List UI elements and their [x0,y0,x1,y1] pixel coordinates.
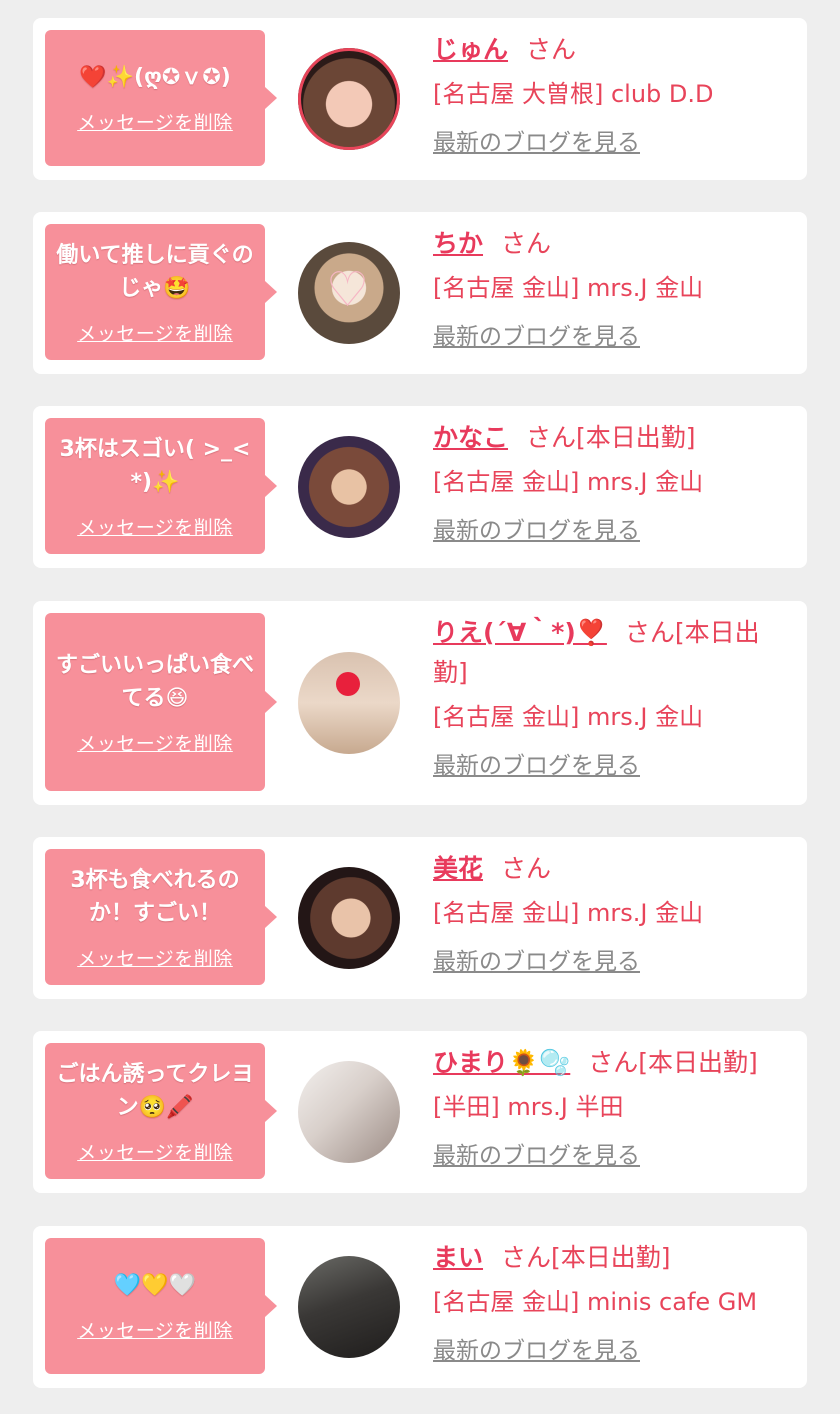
message-bubble: すごいいっぱい食べてる😆 メッセージを削除 [45,613,277,791]
heart-sticker-icon [336,672,360,696]
avatar[interactable] [298,867,400,969]
shop-location: [名古屋 金山] minis cafe GM [433,1288,758,1316]
message-text: 3杯も食べれるのか！すごい！ [70,867,240,926]
cast-name-link[interactable]: ちか [433,229,483,258]
message-text: 働いて推しに貢ぐのじゃ🤩 [56,242,254,301]
latest-blog-link[interactable]: 最新のブログを見る [433,1141,640,1171]
delete-message-link[interactable]: メッセージを削除 [77,513,233,540]
latest-blog-link[interactable]: 最新のブログを見る [433,947,640,977]
cast-info: りえ(´∀｀*)❣️ さん[本日出勤] [名古屋 金山] mrs.J 金山 最新のブロ… [433,613,793,781]
message-card: ❤️✨(ღ✪ｖ✪) メッセージを削除 じゅん さん [名古屋 大曽根] club D.D… [33,18,807,180]
latest-blog-link[interactable]: 最新のブログを見る [433,1336,640,1366]
name-suffix: さん [501,229,552,258]
delete-message-link[interactable]: メッセージを削除 [77,944,233,971]
message-bubble: ❤️✨(ღ✪ｖ✪) メッセージを削除 [45,30,277,166]
message-card: 3杯も食べれるのか！すごい！ メッセージを削除 美花 さん [名古屋 金山] mrs.J… [33,837,807,999]
latest-blog-link[interactable]: 最新のブログを見る [433,128,640,158]
message-card: ごはん誘ってクレヨン🥺🖍️ メッセージを削除 ひまり🌻🫧 さん[本日出勤] [半田] m… [33,1031,807,1193]
message-text: 3杯はスゴい( >_< *)✨ [59,436,251,495]
heart-sticker-icon: ♡ [326,262,370,318]
cast-name-link[interactable]: ひまり🌻🫧 [433,1048,570,1077]
cast-name-link[interactable]: まい [433,1243,483,1272]
delete-message-link[interactable]: メッセージを削除 [77,1138,233,1165]
latest-blog-link[interactable]: 最新のブログを見る [433,516,640,546]
message-card: 3杯はスゴい( >_< *)✨ メッセージを削除 かなこ さん[本日出勤] [名古屋 金… [33,406,807,568]
name-suffix: さん[本日出勤] [501,1243,671,1272]
message-card: 🩵💛🤍 メッセージを削除 まい さん[本日出勤] [名古屋 金山] minis cafe… [33,1226,807,1388]
avatar[interactable]: ♡ [298,242,400,344]
name-suffix: さん[本日出勤] [526,423,696,452]
delete-message-link[interactable]: メッセージを削除 [77,729,233,756]
name-line: ちか さん [433,224,793,264]
cast-name-link[interactable]: りえ(´∀｀*)❣️ [433,618,607,647]
name-suffix: さん [501,854,552,883]
message-text: すごいいっぱい食べてる😆 [55,652,254,711]
shop-location: [半田] mrs.J 半田 [433,1093,624,1121]
message-list: ❤️✨(ღ✪ｖ✪) メッセージを削除 じゅん さん [名古屋 大曽根] club D.D… [0,0,840,1414]
message-bubble: 3杯はスゴい( >_< *)✨ メッセージを削除 [45,418,277,554]
name-suffix: さん [526,35,577,64]
avatar[interactable] [298,48,400,150]
cast-info: かなこ さん[本日出勤] [名古屋 金山] mrs.J 金山 最新のブログを見る [433,418,793,546]
name-line: じゅん さん [433,30,793,70]
shop-location: [名古屋 金山] mrs.J 金山 [433,274,704,302]
name-suffix: さん[本日出勤] [588,1048,758,1077]
message-bubble: 働いて推しに貢ぐのじゃ🤩 メッセージを削除 [45,224,277,360]
name-line: りえ(´∀｀*)❣️ さん[本日出勤] [433,613,793,693]
cast-info: じゅん さん [名古屋 大曽根] club D.D 最新のブログを見る [433,30,793,158]
message-text: 🩵💛🤍 [113,1273,197,1298]
shop-location: [名古屋 大曽根] club D.D [433,80,714,108]
cast-info: ひまり🌻🫧 さん[本日出勤] [半田] mrs.J 半田 最新のブログを見る [433,1043,793,1171]
name-line: まい さん[本日出勤] [433,1238,793,1278]
avatar[interactable] [298,1061,400,1163]
delete-message-link[interactable]: メッセージを削除 [77,108,233,135]
message-card: 働いて推しに貢ぐのじゃ🤩 メッセージを削除 ♡ ちか さん [名古屋 金山] mrs.J … [33,212,807,374]
delete-message-link[interactable]: メッセージを削除 [77,319,233,346]
avatar[interactable] [298,652,400,754]
delete-message-link[interactable]: メッセージを削除 [77,1316,233,1343]
name-line: 美花 さん [433,849,793,889]
message-text: ごはん誘ってクレヨン🥺🖍️ [56,1061,254,1120]
cast-info: 美花 さん [名古屋 金山] mrs.J 金山 最新のブログを見る [433,849,793,977]
cast-name-link[interactable]: じゅん [433,35,508,64]
message-bubble: 3杯も食べれるのか！すごい！ メッセージを削除 [45,849,277,985]
shop-location: [名古屋 金山] mrs.J 金山 [433,703,704,731]
avatar[interactable] [298,1256,400,1358]
name-line: かなこ さん[本日出勤] [433,418,793,458]
message-bubble: ごはん誘ってクレヨン🥺🖍️ メッセージを削除 [45,1043,277,1179]
cast-name-link[interactable]: 美花 [433,854,483,883]
cast-name-link[interactable]: かなこ [433,423,508,452]
avatar[interactable] [298,436,400,538]
latest-blog-link[interactable]: 最新のブログを見る [433,322,640,352]
name-line: ひまり🌻🫧 さん[本日出勤] [433,1043,793,1083]
shop-location: [名古屋 金山] mrs.J 金山 [433,899,704,927]
message-bubble: 🩵💛🤍 メッセージを削除 [45,1238,277,1374]
shop-location: [名古屋 金山] mrs.J 金山 [433,468,704,496]
cast-info: まい さん[本日出勤] [名古屋 金山] minis cafe GM 最新のブログを見… [433,1238,793,1366]
cast-info: ちか さん [名古屋 金山] mrs.J 金山 最新のブログを見る [433,224,793,352]
message-text: ❤️✨(ღ✪ｖ✪) [79,65,231,90]
latest-blog-link[interactable]: 最新のブログを見る [433,751,640,781]
message-card: すごいいっぱい食べてる😆 メッセージを削除 りえ(´∀｀*)❣️ さん[本日出勤] [名… [33,601,807,805]
